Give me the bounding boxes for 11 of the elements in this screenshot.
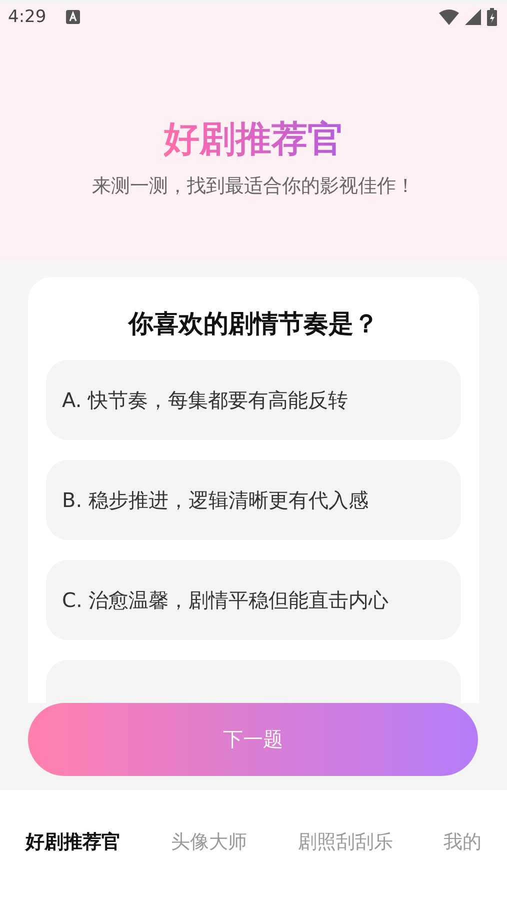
signal-icon — [465, 9, 481, 25]
wifi-icon — [439, 9, 459, 25]
notification-icon — [66, 10, 80, 24]
tab[interactable]: 好剧推荐官 — [25, 828, 120, 854]
subtitle: 来测一测，找到最适合你的影视佳作！ — [92, 174, 415, 200]
status-time: 4:29 — [8, 7, 46, 27]
answer-option[interactable]: B. 稳步推进，逻辑清晰更有代入感 — [46, 460, 461, 540]
answer-option[interactable]: A. 快节奏，每集都要有高能反转 — [46, 360, 461, 440]
question-text: 你喜欢的剧情节奏是？ — [126, 308, 380, 340]
battery-icon — [487, 8, 497, 26]
answer-option[interactable]: C. 治愈温馨，剧情平稳但能直击内心 — [46, 560, 461, 640]
